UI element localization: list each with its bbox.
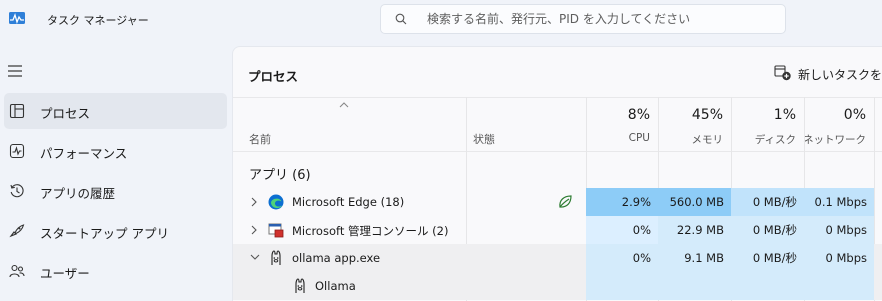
ollama-icon bbox=[295, 278, 305, 293]
table-row[interactable]: Ollama bbox=[233, 272, 882, 300]
process-name: ollama app.exe bbox=[292, 251, 381, 265]
memory-label: メモリ bbox=[691, 134, 724, 146]
disk-label: ディスク bbox=[754, 134, 796, 146]
sidebar-item-processes[interactable]: プロセス bbox=[4, 93, 227, 129]
sidebar-item-users[interactable]: ユーザー bbox=[4, 253, 227, 289]
group-title: アプリ (6) bbox=[249, 168, 311, 183]
memory-total: 45% bbox=[691, 107, 723, 123]
cpu-cell bbox=[586, 272, 658, 300]
memory-cell: 22.9 MB bbox=[658, 216, 731, 244]
process-name: Microsoft 管理コンソール (2) bbox=[292, 224, 449, 238]
disk-cell: 0 MB/秒 bbox=[731, 188, 804, 216]
table-row[interactable]: Microsoft Edge (18) 2.9% 560.0 MB 0 MB/秒… bbox=[233, 188, 882, 216]
performance-icon bbox=[9, 143, 25, 159]
app-history-icon bbox=[10, 184, 24, 198]
sidebar-item-label: プロセス bbox=[40, 106, 91, 121]
cpu-total: 8% bbox=[627, 107, 650, 123]
sidebar-item-label: パフォーマンス bbox=[40, 146, 128, 161]
search-icon bbox=[395, 13, 407, 25]
search-input[interactable] bbox=[427, 9, 777, 29]
network-cell: 0.1 Mbps bbox=[804, 188, 874, 216]
disk-cell bbox=[731, 272, 804, 300]
memory-cell bbox=[658, 272, 731, 300]
sidebar-item-performance[interactable]: パフォーマンス bbox=[4, 133, 227, 169]
mmc-icon bbox=[268, 223, 284, 238]
cpu-cell: 0% bbox=[586, 244, 658, 272]
process-name: Microsoft Edge (18) bbox=[292, 195, 405, 209]
column-header-network[interactable]: 0% ネットワーク bbox=[803, 99, 874, 151]
network-cell bbox=[804, 272, 874, 300]
table-row[interactable]: Microsoft 管理コンソール (2) 0% 22.9 MB 0 MB/秒 … bbox=[233, 216, 882, 244]
cpu-cell: 2.9% bbox=[586, 188, 658, 216]
sidebar-item-label: スタートアップ アプリ bbox=[40, 226, 169, 241]
cpu-label: CPU bbox=[628, 132, 650, 144]
network-total: 0% bbox=[843, 107, 866, 123]
divider bbox=[233, 151, 882, 152]
cpu-cell: 0% bbox=[586, 216, 658, 244]
network-label: ネットワーク bbox=[803, 134, 866, 146]
startup-apps-icon bbox=[9, 224, 25, 238]
chevron-down-icon[interactable] bbox=[249, 252, 261, 262]
sidebar-item-label: ユーザー bbox=[40, 266, 90, 281]
search-box[interactable] bbox=[380, 4, 786, 34]
network-cell: 0 Mbps bbox=[804, 244, 874, 272]
sidebar-item-app-history[interactable]: アプリの履歴 bbox=[4, 173, 227, 209]
sidebar-item-label: アプリの履歴 bbox=[40, 186, 116, 201]
users-icon bbox=[9, 264, 25, 278]
new-task-icon bbox=[774, 65, 791, 81]
efficiency-leaf-icon bbox=[559, 195, 572, 208]
column-header-status[interactable]: 状態 bbox=[473, 131, 495, 147]
chevron-right-icon[interactable] bbox=[249, 196, 259, 208]
disk-total: 1% bbox=[773, 107, 796, 123]
column-header-memory[interactable]: 45% メモリ bbox=[658, 99, 731, 151]
title-bar: タスク マネージャー bbox=[0, 0, 882, 40]
processes-panel: プロセス 新しいタスクを実行 名前 状態 8% CPU 45% メモリ 1% デ… bbox=[232, 46, 882, 301]
new-task-label: 新しいタスクを実行 bbox=[798, 68, 882, 82]
sort-ascending-icon[interactable] bbox=[338, 101, 350, 109]
memory-cell: 9.1 MB bbox=[658, 244, 731, 272]
sidebar-item-startup-apps[interactable]: スタートアップ アプリ bbox=[4, 213, 227, 249]
processes-icon bbox=[9, 103, 25, 119]
disk-cell: 0 MB/秒 bbox=[731, 244, 804, 272]
network-cell: 0 Mbps bbox=[804, 216, 874, 244]
ollama-icon bbox=[271, 250, 281, 265]
column-header-cpu[interactable]: 8% CPU bbox=[586, 99, 658, 151]
process-name: Ollama bbox=[315, 279, 356, 293]
column-header-name[interactable]: 名前 bbox=[249, 131, 271, 147]
disk-cell: 0 MB/秒 bbox=[731, 216, 804, 244]
task-manager-icon bbox=[9, 12, 25, 24]
table-row[interactable]: ollama app.exe 0% 9.1 MB 0 MB/秒 0 Mbps bbox=[233, 244, 882, 272]
memory-cell: 560.0 MB bbox=[658, 188, 731, 216]
app-title: タスク マネージャー bbox=[47, 14, 149, 27]
divider bbox=[233, 97, 882, 98]
page-title: プロセス bbox=[248, 69, 299, 84]
edge-icon bbox=[268, 194, 284, 210]
chevron-right-icon[interactable] bbox=[249, 224, 259, 236]
column-header-disk[interactable]: 1% ディスク bbox=[731, 99, 804, 151]
hamburger-menu-icon[interactable] bbox=[7, 64, 23, 78]
